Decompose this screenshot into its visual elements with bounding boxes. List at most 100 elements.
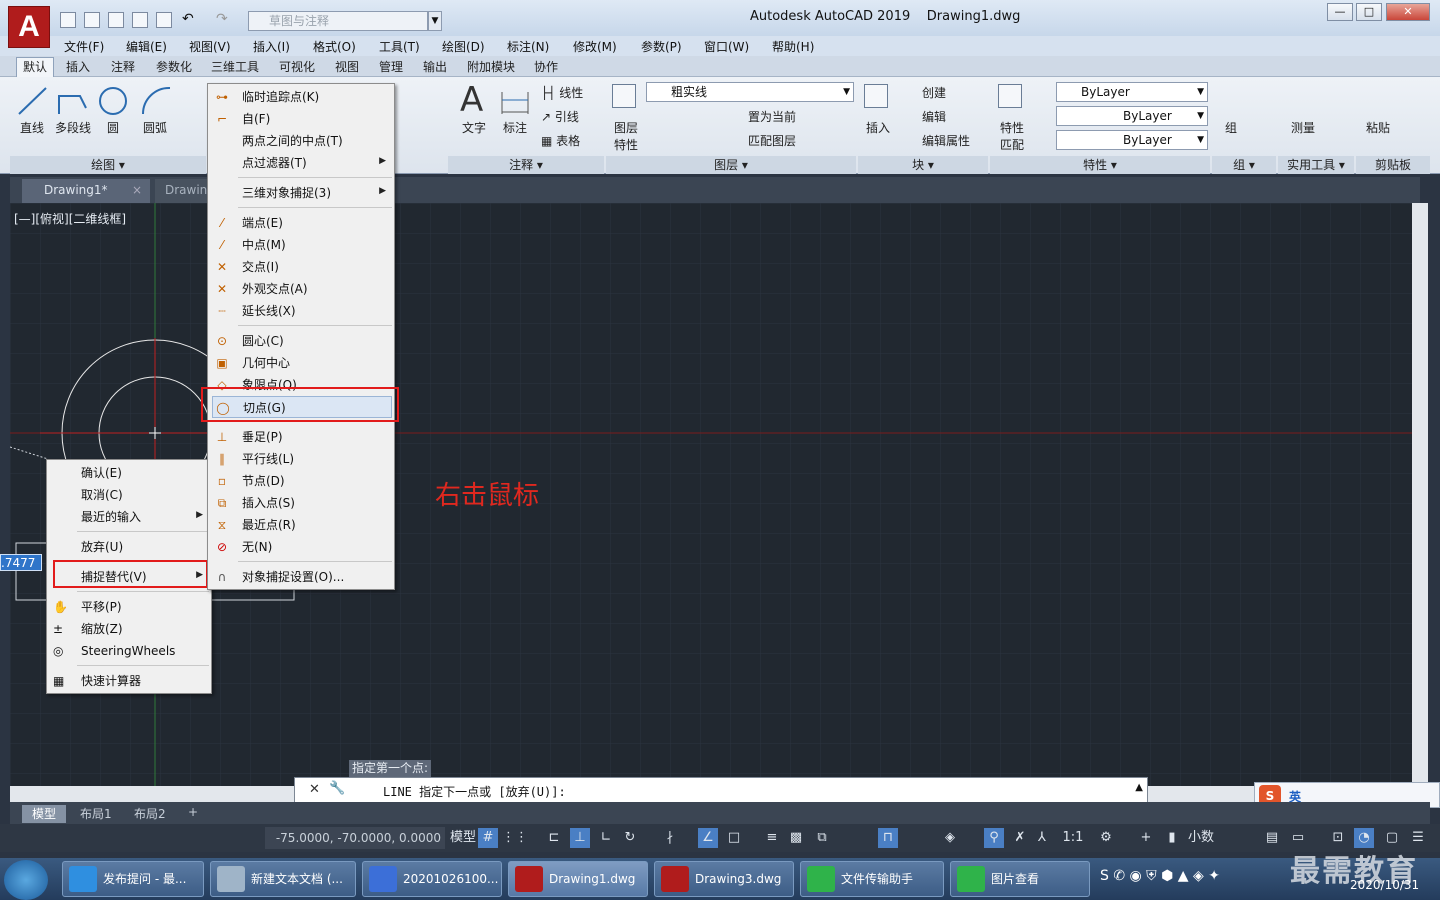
snap-nearest[interactable]: 最近点(R) [242, 514, 296, 536]
insert-block-label[interactable]: 插入 [866, 119, 890, 136]
workspace-combo[interactable]: 草图与注释 [248, 11, 428, 31]
tab-view[interactable]: 视图 [335, 58, 359, 75]
command-text[interactable]: LINE 指定下一点或 [放弃(U)]: [383, 783, 566, 800]
line-label[interactable]: 直线 [20, 119, 44, 136]
annotation-scale-value[interactable]: 1:1 [1058, 828, 1088, 848]
object-snap-tracking-icon[interactable]: ∠ [698, 828, 718, 848]
add-layout-button[interactable]: + [188, 805, 198, 819]
menu-modify[interactable]: 修改(M) [573, 38, 617, 55]
text-icon[interactable]: A [460, 80, 483, 120]
snap-apparent-intersection[interactable]: 外观交点(A) [242, 278, 308, 300]
snap-perpendicular[interactable]: 垂足(P) [242, 426, 283, 448]
customize-wrench-icon[interactable]: 🔧 [329, 781, 345, 796]
tray-icons[interactable]: S ✆ ◉ ⛨ ⬢ ▲ ◈ ✦ [1100, 868, 1220, 884]
tab-model[interactable]: 模型 [22, 805, 66, 823]
taskbar-notepad[interactable]: 新建文本文档 (... [210, 861, 356, 897]
model-space-button[interactable]: 模型 [450, 828, 476, 848]
menu-parametric[interactable]: 参数(P) [641, 38, 682, 55]
taskbar-drawing3[interactable]: Drawing3.dwg [654, 861, 794, 897]
taskbar-drawing1[interactable]: Drawing1.dwg [508, 861, 648, 897]
annotation-scale-icon[interactable]: ⅄ [1032, 828, 1052, 848]
dimension-icon[interactable] [500, 86, 530, 116]
menu-insert[interactable]: 插入(I) [253, 38, 290, 55]
doc-tab-drawing3[interactable]: Drawin [155, 179, 215, 203]
menu-item-undo[interactable]: 放弃(U) [81, 536, 123, 558]
snap-parallel[interactable]: 平行线(L) [242, 448, 294, 470]
lock-ui-icon[interactable]: ▭ [1288, 828, 1308, 848]
polyline-icon[interactable] [56, 84, 90, 118]
quick-properties-icon[interactable]: ▤ [1262, 828, 1282, 848]
auto-scale-icon[interactable]: ✗ [1010, 828, 1030, 848]
undo-icon[interactable]: ↶ [182, 12, 198, 28]
start-button-icon[interactable] [4, 860, 48, 900]
viewport-controls[interactable]: [—][俯视][二维线框] [14, 210, 126, 227]
vertical-scrollbar[interactable] [1412, 203, 1428, 786]
annotation-visibility-icon[interactable]: ⚲ [984, 828, 1004, 848]
annotation-panel-title[interactable]: 注释 ▾ [448, 156, 604, 174]
units-value[interactable]: 小数 [1186, 828, 1216, 848]
menu-window[interactable]: 窗口(W) [704, 38, 749, 55]
close-cmdline-icon[interactable]: ✕ [309, 782, 320, 797]
object-snap-icon[interactable]: □ [724, 828, 744, 848]
tab-manage[interactable]: 管理 [379, 58, 403, 75]
layer-dropdown-icon[interactable]: ▼ [843, 83, 850, 101]
snap-intersection[interactable]: 交点(I) [242, 256, 279, 278]
cmd-history-arrow-icon[interactable]: ▲ [1135, 782, 1143, 793]
utilities-panel-title[interactable]: 实用工具 ▾ [1278, 156, 1354, 174]
menu-format[interactable]: 格式(O) [313, 38, 356, 55]
snap-midpoint[interactable]: 中点(M) [242, 234, 286, 256]
menu-help[interactable]: 帮助(H) [772, 38, 814, 55]
selection-cycling-icon[interactable]: ⧉ [812, 828, 832, 848]
layer-properties-icon[interactable] [612, 84, 636, 108]
workspace-dropdown-icon[interactable]: ▼ [428, 11, 442, 31]
command-line[interactable]: ✕ 🔧 LINE 指定下一点或 [放弃(U)]: ▲ [294, 777, 1148, 803]
gizmo-icon[interactable]: ◈ [940, 828, 960, 848]
edit-block-button[interactable]: 编辑 [922, 108, 946, 125]
lineweight-icon[interactable]: ≡ [762, 828, 782, 848]
clipboard-panel-title[interactable]: 剪贴板 [1356, 156, 1430, 174]
snap-from[interactable]: 自(F) [242, 108, 270, 130]
groups-panel-title[interactable]: 组 ▾ [1212, 156, 1276, 174]
tab-annotate[interactable]: 注释 [111, 58, 135, 75]
linetype-combo[interactable]: ByLayer ▼ [1056, 106, 1208, 126]
menu-item-pan[interactable]: 平移(P) [81, 596, 122, 618]
menu-file[interactable]: 文件(F) [64, 38, 104, 55]
polar-icon[interactable]: ↻ [620, 828, 640, 848]
match-properties-icon[interactable] [998, 84, 1022, 108]
isolate-objects-icon[interactable]: ⊡ [1328, 828, 1348, 848]
annotation-monitor-icon[interactable]: + [1136, 828, 1156, 848]
block-panel-title[interactable]: 块 ▾ [858, 156, 988, 174]
grid-icon[interactable]: # [478, 828, 498, 848]
dynamic-input-value[interactable]: .7477 [0, 554, 42, 571]
make-current-button[interactable]: 置为当前 [748, 108, 796, 125]
open-file-icon[interactable] [84, 12, 100, 28]
layer-combo[interactable]: 粗实线 ▼ [646, 82, 854, 102]
minimize-button[interactable]: — [1327, 3, 1353, 21]
tab-layout1[interactable]: 布局1 [80, 805, 112, 822]
circle-icon[interactable] [96, 84, 130, 118]
menu-draw[interactable]: 绘图(D) [442, 38, 485, 55]
menu-item-enter[interactable]: 确认(E) [81, 462, 122, 484]
hardware-accel-icon[interactable]: ◔ [1354, 828, 1374, 848]
match-props-label1[interactable]: 特性 [1000, 119, 1024, 136]
draw-panel-title[interactable]: 绘图 ▾ [10, 156, 206, 174]
text-label[interactable]: 文字 [462, 119, 486, 136]
dimension-label[interactable]: 标注 [503, 119, 527, 136]
snap-extension[interactable]: 延长线(X) [242, 300, 296, 322]
edit-attributes-button[interactable]: 编辑属性 [922, 132, 970, 149]
snap-mid-between[interactable]: 两点之间的中点(T) [242, 130, 343, 152]
menu-dimension[interactable]: 标注(N) [507, 38, 549, 55]
snap-center[interactable]: 圆心(C) [242, 330, 284, 352]
taskbar-video[interactable]: 20201026100... [362, 861, 502, 897]
menu-item-quickcalc[interactable]: 快速计算器 [81, 670, 141, 692]
infer-constraints-icon[interactable]: ⊏ [544, 828, 564, 848]
lineweight-dropdown-icon[interactable]: ▼ [1197, 131, 1204, 149]
menu-item-recent-input[interactable]: 最近的输入 [81, 506, 141, 528]
close-tab-icon[interactable]: × [132, 179, 142, 201]
new-file-icon[interactable] [60, 12, 76, 28]
tab-3d-tools[interactable]: 三维工具 [211, 58, 259, 75]
table-button[interactable]: ▦ 表格 [541, 132, 580, 149]
paste-label[interactable]: 粘贴 [1366, 119, 1390, 136]
snap-node[interactable]: 节点(D) [242, 470, 285, 492]
tab-output[interactable]: 输出 [423, 58, 447, 75]
